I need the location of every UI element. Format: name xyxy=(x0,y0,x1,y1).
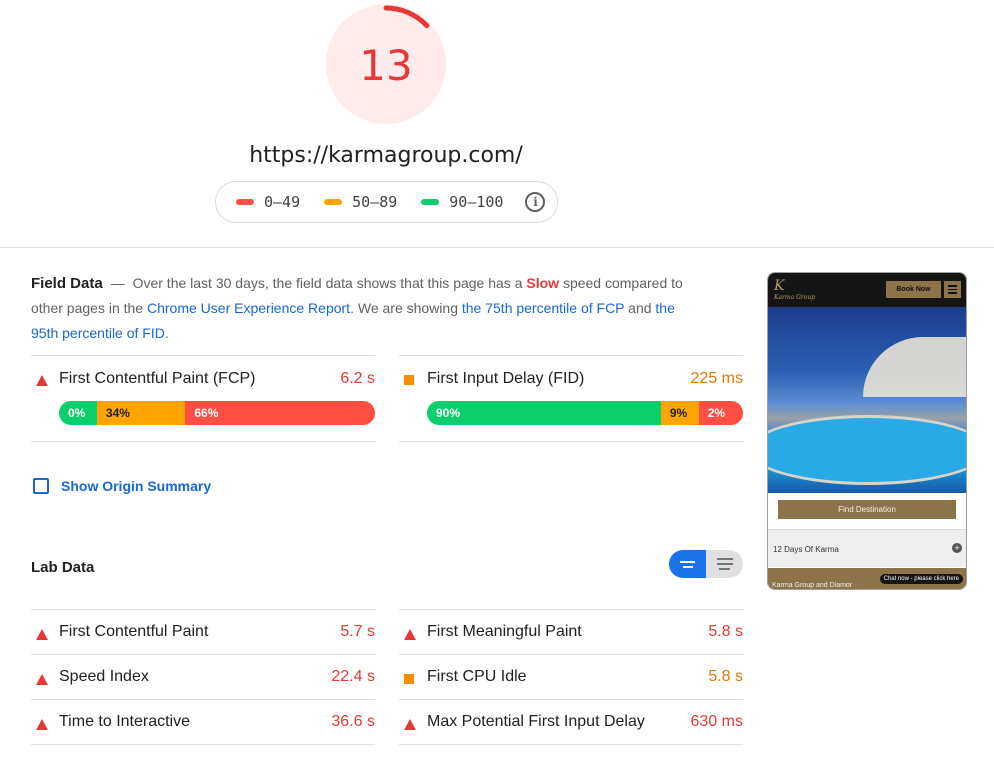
lab-metric-fcp: First Contentful Paint 5.7 s xyxy=(31,610,375,655)
field-text-5: . xyxy=(164,325,169,341)
metric-value: 22.4 s xyxy=(331,668,375,685)
section-divider xyxy=(0,247,994,248)
fcp-percentile-link[interactable]: the 75th percentile of FCP xyxy=(462,300,624,316)
metric-name: First Input Delay (FID) xyxy=(427,369,585,387)
list-view-icon[interactable] xyxy=(706,550,743,578)
field-data-title: Field Data xyxy=(31,275,103,292)
metric-name: First Contentful Paint (FCP) xyxy=(59,369,256,387)
karma-logo: K Karma Group xyxy=(774,278,816,301)
lab-metric-cpu-idle: First CPU Idle 5.8 s xyxy=(399,655,743,700)
legend-swatch-average xyxy=(324,199,343,205)
distribution-segment: 9% xyxy=(660,401,699,425)
thumb-find-destination-button: Find Destination xyxy=(778,500,956,519)
metric-name: Speed Index xyxy=(59,668,149,685)
speed-verdict: Slow xyxy=(526,275,560,291)
performance-score-gauge: 13 xyxy=(326,4,446,124)
thumb-footer: Karma Group and Diamor Chat now - please… xyxy=(768,568,966,589)
origin-summary-label: Show Origin Summary xyxy=(61,478,212,494)
fid-distribution-bar: 90% 9% 2% xyxy=(427,401,743,425)
field-text-4: and xyxy=(628,300,652,316)
lab-metric-max-fid: Max Potential First Input Delay 630 ms xyxy=(399,700,743,745)
fail-triangle-icon xyxy=(36,375,48,386)
field-metric-fid-row: First Input Delay (FID) 225 ms xyxy=(399,356,743,401)
metric-value: 225 ms xyxy=(690,369,743,387)
show-origin-summary-toggle[interactable]: Show Origin Summary xyxy=(33,478,211,494)
metric-name: First Contentful Paint xyxy=(59,623,209,640)
lab-metric-speed-index: Speed Index 22.4 s xyxy=(31,655,375,700)
field-dash: — xyxy=(110,275,125,291)
chat-bubble: Chat now - please click here xyxy=(879,574,963,584)
hamburger-icon xyxy=(944,281,961,298)
metric-value: 36.6 s xyxy=(331,713,375,730)
average-square-icon xyxy=(404,674,414,684)
lab-metrics-right: First Meaningful Paint 5.8 s First CPU I… xyxy=(399,609,743,745)
metric-value: 5.8 s xyxy=(708,623,743,640)
field-metric-fid: First Input Delay (FID) 225 ms 90% 9% 2% xyxy=(399,355,743,442)
thumb-book-now-button: Book Now xyxy=(886,281,941,298)
performance-score: 13 xyxy=(359,41,413,90)
lab-metrics-left: First Contentful Paint 5.7 s Speed Index… xyxy=(31,609,375,745)
thumb-tour-item: 12 Days Of Karma + xyxy=(768,529,966,567)
fail-triangle-icon xyxy=(404,719,416,730)
resort-pool-image xyxy=(768,307,966,493)
crux-report-link[interactable]: Chrome User Experience Report xyxy=(147,300,350,316)
metric-value: 6.2 s xyxy=(340,369,375,387)
lab-data-title: Lab Data xyxy=(31,559,95,576)
legend-item-average: 50–89 xyxy=(324,193,397,211)
field-text-3: . We are showing xyxy=(350,300,458,316)
distribution-segment: 0% xyxy=(59,401,97,425)
metric-name: Time to Interactive xyxy=(59,713,191,730)
thumb-header: K Karma Group Book Now xyxy=(768,273,966,307)
fail-triangle-icon xyxy=(36,674,48,685)
lab-metric-tti: Time to Interactive 36.6 s xyxy=(31,700,375,745)
lab-metric-fmp: First Meaningful Paint 5.8 s xyxy=(399,610,743,655)
metric-name: First CPU Idle xyxy=(427,668,527,685)
field-data-summary: Field Data — Over the last 30 days, the f… xyxy=(31,271,701,346)
average-square-icon xyxy=(404,375,414,385)
legend-item-pass: 90–100 xyxy=(421,193,503,211)
legend-swatch-fail xyxy=(236,199,254,205)
metric-value: 5.8 s xyxy=(708,668,743,685)
metric-name: Max Potential First Input Delay xyxy=(427,713,645,730)
metric-name: First Meaningful Paint xyxy=(427,623,582,640)
field-metric-fcp-row: First Contentful Paint (FCP) 6.2 s xyxy=(31,356,375,401)
distribution-segment: 66% xyxy=(185,401,375,425)
distribution-segment: 2% xyxy=(698,401,743,425)
distribution-segment: 90% xyxy=(427,401,661,425)
distribution-segment: 34% xyxy=(96,401,186,425)
fail-triangle-icon xyxy=(36,629,48,640)
page-screenshot-thumbnail: K Karma Group Book Now Find Destination 1… xyxy=(767,272,967,590)
field-text-1: Over the last 30 days, the field data sh… xyxy=(132,275,523,291)
field-metric-fcp: First Contentful Paint (FCP) 6.2 s 0% 34%… xyxy=(31,355,375,442)
lab-view-toggle[interactable] xyxy=(669,550,743,578)
plus-icon: + xyxy=(952,543,962,553)
origin-summary-checkbox[interactable] xyxy=(33,478,49,494)
legend-item-fail: 0–49 xyxy=(236,193,300,211)
legend-label-fail: 0–49 xyxy=(264,193,301,211)
info-icon[interactable]: i xyxy=(525,192,546,212)
legend-swatch-pass xyxy=(421,199,440,205)
metric-value: 5.7 s xyxy=(340,623,375,640)
fcp-distribution-bar: 0% 34% 66% xyxy=(59,401,375,425)
summary-view-icon[interactable] xyxy=(669,550,706,578)
legend-label-average: 50–89 xyxy=(352,193,398,211)
page-url: https://karmagroup.com/ xyxy=(249,143,523,168)
legend-label-pass: 90–100 xyxy=(449,193,504,211)
metric-value: 630 ms xyxy=(690,713,743,730)
fail-triangle-icon xyxy=(404,629,416,640)
score-legend: 0–49 50–89 90–100 i xyxy=(215,181,558,223)
fail-triangle-icon xyxy=(36,719,48,730)
